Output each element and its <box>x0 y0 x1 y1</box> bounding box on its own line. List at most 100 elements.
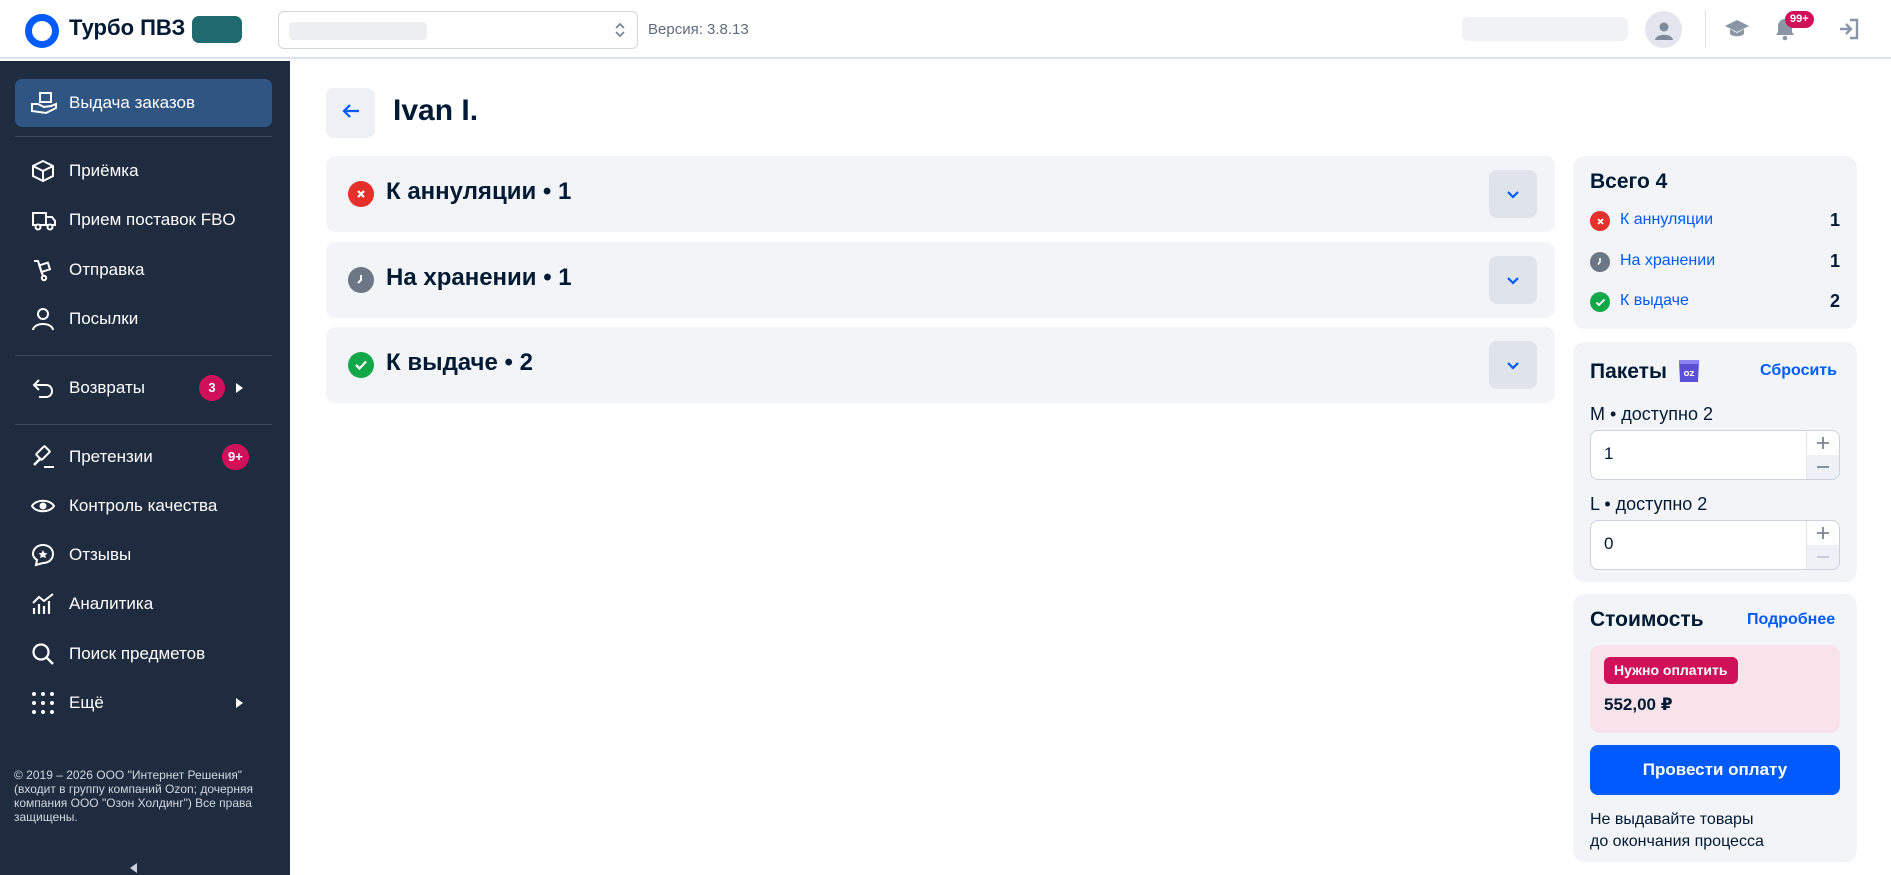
sidebar-item-label: Выдача заказов <box>69 93 196 112</box>
header-divider <box>1705 10 1706 48</box>
sidebar-item-item-search[interactable]: Поиск предметов <box>15 630 272 678</box>
sidebar-item-order-issue[interactable]: Выдача заказов <box>15 79 272 127</box>
return-arrow-icon <box>31 376 55 400</box>
sidebar-item-returns[interactable]: Возвраты 3 <box>15 364 272 412</box>
package-box-icon <box>31 159 55 183</box>
package-l-quantity-input[interactable]: 0 <box>1604 534 1613 554</box>
collapse-sidebar-icon[interactable] <box>130 863 137 873</box>
sidebar-item-label: Отзывы <box>69 545 132 564</box>
sidebar-item-claims[interactable]: Претензии 9+ <box>15 433 272 481</box>
back-button[interactable] <box>326 88 375 138</box>
hand-truck-icon <box>31 258 55 282</box>
summary-row-ready: К выдаче 2 <box>1590 290 1840 312</box>
chevron-right-icon <box>236 383 243 393</box>
sidebar: Выдача заказов Приёмка Прием поставок FB… <box>0 61 290 875</box>
logout-icon[interactable] <box>1834 14 1864 44</box>
summary-panel: Всего 4 К аннуляции 1 На хранении 1 К вы… <box>1573 156 1857 329</box>
payment-note: Не выдавайте товары до окончания процесс… <box>1590 809 1840 853</box>
expand-group-button[interactable] <box>1489 170 1537 218</box>
order-group-ready[interactable]: К выдаче • 2 <box>326 327 1555 403</box>
eye-icon <box>30 494 56 518</box>
pvz-select-value-redacted <box>289 22 427 40</box>
returns-count-badge: 3 <box>199 375 225 401</box>
gavel-icon <box>31 445 55 469</box>
package-l-label: L • доступно 2 <box>1590 494 1708 514</box>
group-title: На хранении • 1 <box>386 264 572 291</box>
summary-row-storage: На хранении 1 <box>1590 250 1840 272</box>
payment-due-badge: Нужно оплатить <box>1604 657 1738 684</box>
brand-badge <box>192 16 242 43</box>
brand-title: Турбо ПВЗ <box>69 15 186 40</box>
sidebar-item-label: Отправка <box>69 260 145 279</box>
package-bag-icon: OZ <box>1677 357 1701 385</box>
analytics-chart-icon <box>31 592 55 616</box>
sidebar-item-label: Контроль качества <box>69 496 218 515</box>
app-version: Версия: 3.8.13 <box>648 21 749 38</box>
cancel-status-icon <box>348 181 374 207</box>
check-status-icon <box>1590 292 1610 312</box>
truck-icon <box>31 208 56 232</box>
order-group-cancel[interactable]: К аннуляции • 1 <box>326 156 1555 232</box>
graduation-cap-icon[interactable] <box>1722 14 1752 44</box>
sidebar-item-quality-control[interactable]: Контроль качества <box>15 482 272 530</box>
check-status-icon <box>348 352 374 378</box>
order-group-storage[interactable]: На хранении • 1 <box>326 242 1555 318</box>
page-title: Ivan I. <box>393 94 479 127</box>
sidebar-item-label: Приёмка <box>69 161 139 180</box>
grid-dots-icon <box>31 691 55 715</box>
summary-title: Всего 4 <box>1590 170 1668 193</box>
search-icon <box>31 642 55 666</box>
decrement-button[interactable] <box>1807 455 1839 479</box>
user-name-redacted <box>1462 17 1628 41</box>
review-bubble-icon <box>31 543 55 567</box>
sidebar-item-label: Ещё <box>69 693 104 712</box>
pvz-select[interactable] <box>278 11 638 49</box>
clock-status-icon <box>348 267 374 293</box>
clock-status-icon <box>1590 252 1610 272</box>
group-title: К аннуляции • 1 <box>386 178 572 205</box>
user-avatar-icon[interactable] <box>1645 11 1682 48</box>
package-l-stepper[interactable]: 0 <box>1590 520 1840 570</box>
sidebar-item-parcels[interactable]: Посылки <box>15 295 272 343</box>
group-title: К выдаче • 2 <box>386 349 533 376</box>
svg-text:OZ: OZ <box>1683 370 1694 378</box>
sidebar-item-label: Прием поставок FBO <box>69 210 236 229</box>
package-m-quantity-input[interactable]: 1 <box>1604 444 1613 464</box>
expand-group-button[interactable] <box>1489 341 1537 389</box>
chevron-right-icon <box>236 698 243 708</box>
sidebar-divider <box>15 424 272 425</box>
sidebar-item-analytics[interactable]: Аналитика <box>15 580 272 628</box>
summary-row-cancel: К аннуляции 1 <box>1590 209 1840 231</box>
summary-link-storage[interactable]: На хранении <box>1620 252 1715 270</box>
package-m-stepper[interactable]: 1 <box>1590 430 1840 480</box>
stepper-buttons <box>1806 431 1839 479</box>
sidebar-item-shipping[interactable]: Отправка <box>15 246 272 294</box>
sidebar-item-label: Возвраты <box>69 378 145 397</box>
cost-details-link[interactable]: Подробнее <box>1747 611 1835 629</box>
reset-packages-link[interactable]: Сбросить <box>1760 362 1837 380</box>
sidebar-item-label: Поиск предметов <box>69 644 206 663</box>
make-payment-button[interactable]: Провести оплату <box>1590 745 1840 795</box>
increment-button[interactable] <box>1807 431 1839 455</box>
sidebar-item-acceptance[interactable]: Приёмка <box>15 147 272 195</box>
summary-count: 1 <box>1829 210 1840 230</box>
summary-link-cancel[interactable]: К аннуляции <box>1620 211 1713 229</box>
summary-link-ready[interactable]: К выдаче <box>1620 292 1689 310</box>
ozon-logo-icon <box>25 14 59 48</box>
increment-button[interactable] <box>1807 521 1839 545</box>
sidebar-item-label: Посылки <box>69 309 139 328</box>
copyright-text: © 2019 – 2026 ООО "Интернет Решения" (вх… <box>14 768 253 824</box>
arrow-left-icon <box>341 103 360 124</box>
packages-panel: Пакеты OZ Сбросить M • доступно 2 1 L • … <box>1573 342 1857 582</box>
payment-amount: 552,00 ₽ <box>1604 695 1673 714</box>
sidebar-item-fbo[interactable]: Прием поставок FBO <box>15 196 272 244</box>
sidebar-item-reviews[interactable]: Отзывы <box>15 531 272 579</box>
cost-title: Стоимость <box>1590 608 1704 631</box>
decrement-button[interactable] <box>1807 545 1839 569</box>
sidebar-item-more[interactable]: Ещё <box>15 679 272 727</box>
summary-count: 2 <box>1829 291 1840 311</box>
stepper-buttons <box>1806 521 1839 569</box>
sidebar-item-label: Аналитика <box>69 594 154 613</box>
expand-group-button[interactable] <box>1489 256 1537 304</box>
payment-note-line: до окончания процесса <box>1590 833 1764 850</box>
